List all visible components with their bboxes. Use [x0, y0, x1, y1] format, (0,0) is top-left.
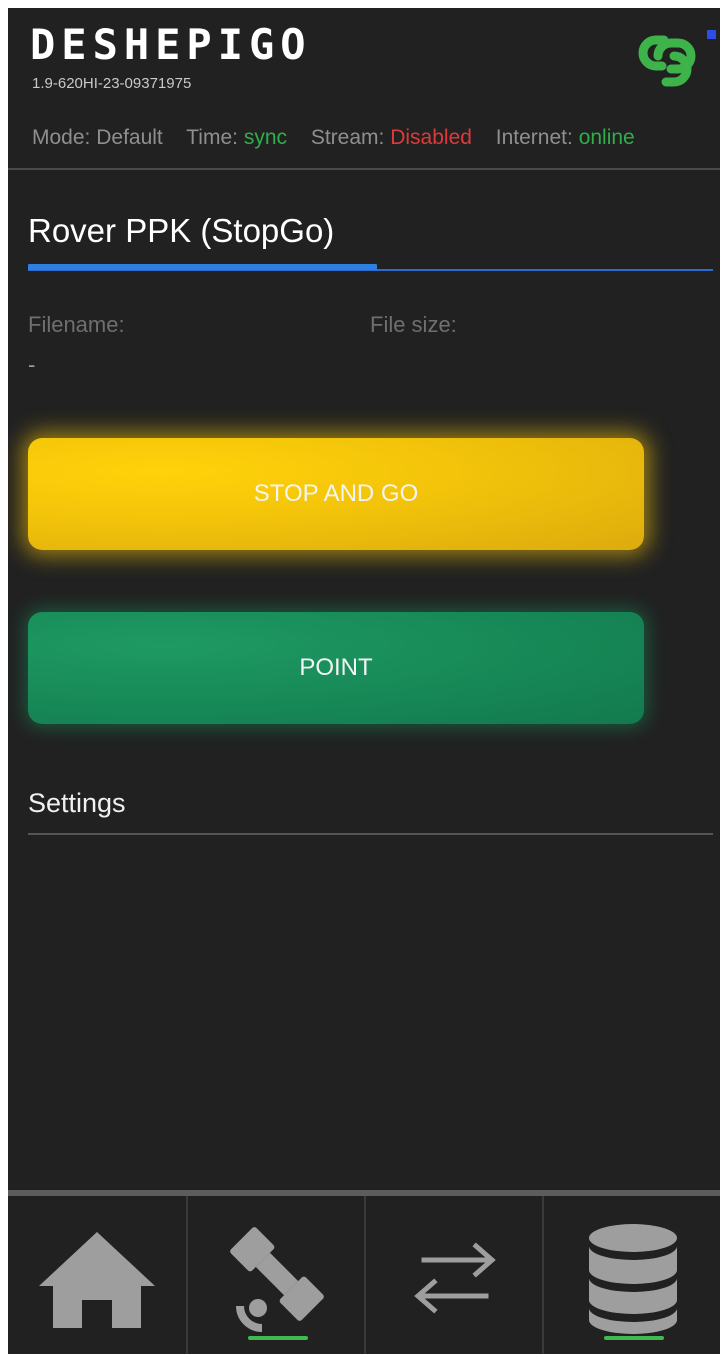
status-bar: Mode: Default Time: sync Stream: Disable… — [32, 126, 635, 150]
firmware-version: 1.9-620HI-23-09371975 — [32, 75, 192, 92]
page-title: Rover PPK (StopGo) — [28, 212, 335, 249]
bottom-navigation — [8, 1190, 720, 1354]
database-icon — [589, 1224, 677, 1334]
nav-item-database[interactable] — [542, 1196, 720, 1354]
brand-logo: DESHEPIGO — [30, 20, 312, 69]
stream-label: Stream: — [310, 126, 385, 149]
filename-value: - — [28, 352, 36, 377]
app-header: DESHEPIGO 1.9-620HI-23-09371975 Mode: De… — [8, 8, 720, 170]
time-label: Time: — [186, 126, 238, 149]
transfer-arrows-icon — [414, 1242, 496, 1314]
internet-label: Internet: — [495, 126, 573, 149]
stream-value: Disabled — [390, 126, 472, 149]
nav-item-satellite[interactable] — [186, 1196, 364, 1354]
link-chain-icon[interactable] — [636, 26, 702, 92]
home-icon — [39, 1232, 155, 1328]
stop-and-go-button[interactable]: STOP AND GO — [28, 438, 644, 550]
satellite-icon — [230, 1227, 324, 1332]
filename-label: Filename: — [28, 312, 125, 337]
settings-section-header[interactable]: Settings — [28, 788, 126, 819]
time-value: sync — [243, 126, 287, 149]
app-screen: DESHEPIGO 1.9-620HI-23-09371975 Mode: De… — [8, 8, 720, 1354]
mode-value: Default — [96, 126, 163, 149]
nav-item-home[interactable] — [8, 1196, 186, 1354]
nav-item-transfer[interactable] — [364, 1196, 542, 1354]
internet-value: online — [578, 126, 635, 149]
header-divider — [8, 168, 720, 170]
active-tab-indicator — [248, 1336, 308, 1340]
point-button[interactable]: POINT — [28, 612, 644, 724]
active-tab-indicator — [604, 1336, 664, 1340]
title-progress-bar — [28, 264, 378, 270]
filesize-label: File size: — [370, 312, 457, 337]
settings-divider — [28, 833, 713, 835]
mode-label: Mode: — [32, 126, 91, 149]
notification-dot — [707, 30, 716, 39]
